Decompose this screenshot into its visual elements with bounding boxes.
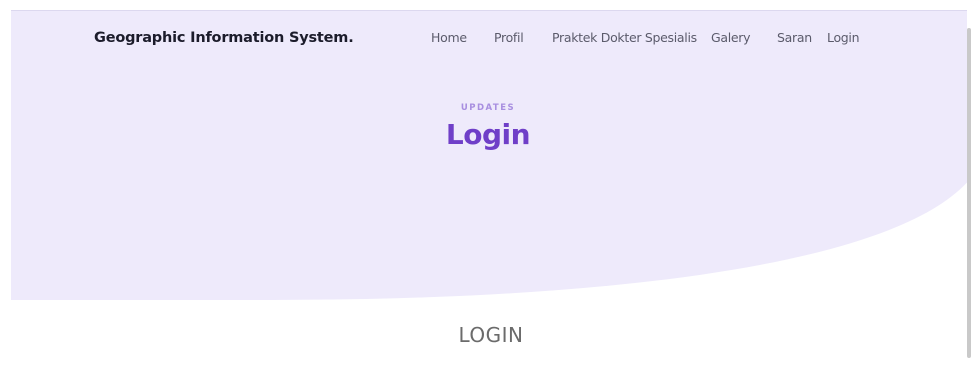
page-title: Login — [445, 118, 531, 151]
nav-item-home[interactable]: Home — [431, 30, 467, 45]
hero-top-border — [11, 10, 971, 11]
nav-item-profil[interactable]: Profil — [494, 30, 524, 45]
nav-item-login[interactable]: Login — [827, 30, 860, 45]
scrollbar-track[interactable] — [967, 0, 971, 372]
main-nav: Home Profil Praktek Dokter Spesialis Gal… — [11, 30, 971, 50]
hero-section: Geographic Information System. Home Prof… — [11, 10, 971, 300]
nav-item-praktek-dokter-spesialis[interactable]: Praktek Dokter Spesialis — [552, 30, 697, 45]
hero-background-shape — [11, 10, 971, 300]
scrollbar-thumb[interactable] — [967, 28, 971, 358]
section-heading: LOGIN — [458, 323, 524, 347]
hero-eyebrow: UPDATES — [460, 103, 516, 113]
nav-item-galery[interactable]: Galery — [711, 30, 751, 45]
nav-item-saran[interactable]: Saran — [777, 30, 812, 45]
